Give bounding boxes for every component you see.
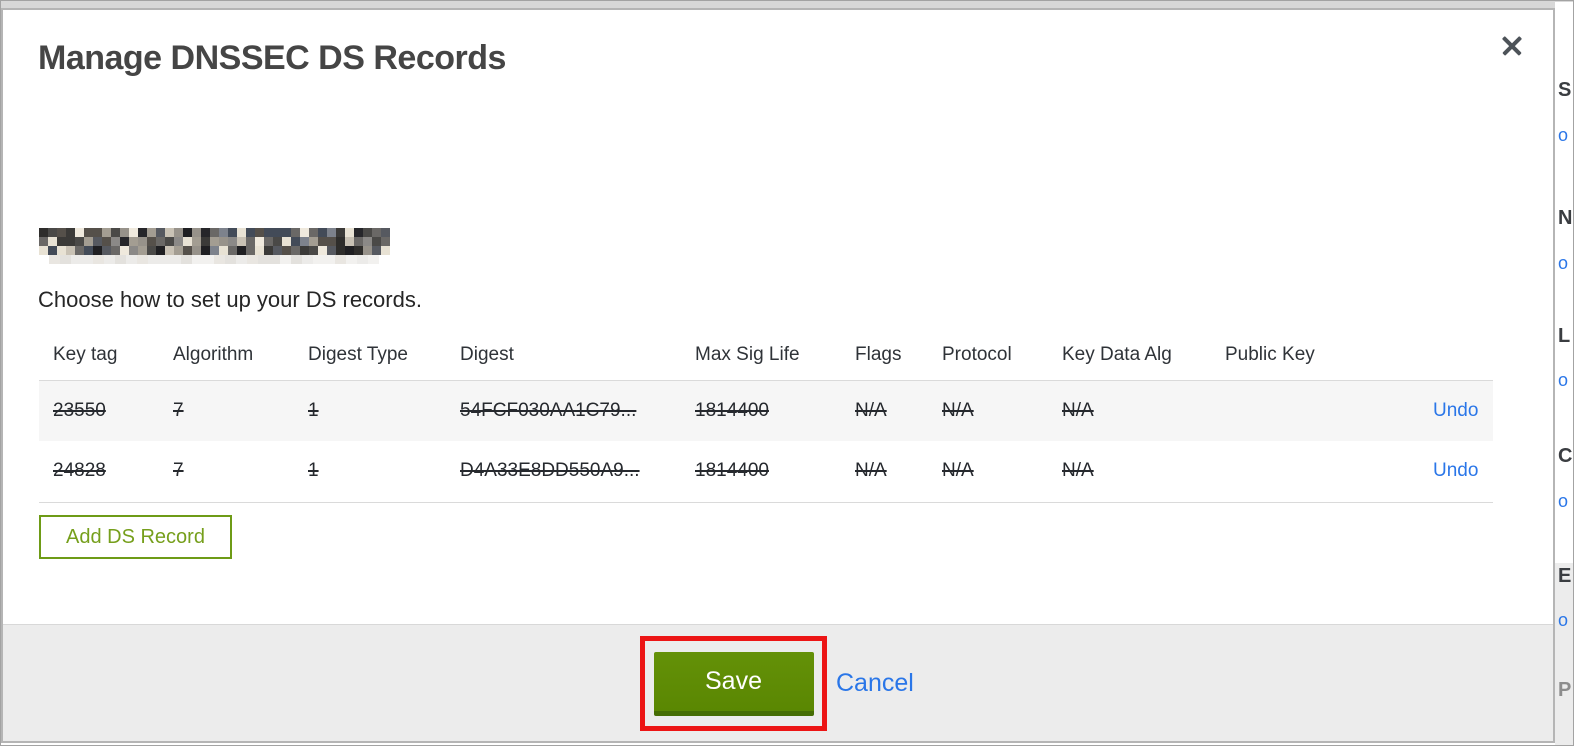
background-text-fragment: L [1558, 325, 1571, 347]
table-row: 24828 7 1 D4A33E8DD550A9... 1814400 N/A … [39, 441, 1493, 503]
column-header-flags: Flags [841, 331, 928, 381]
background-text-fragment: o [1558, 125, 1569, 145]
column-header-key-tag: Key tag [39, 331, 159, 381]
column-header-public-key: Public Key [1211, 331, 1419, 381]
background-text-fragment: o [1558, 370, 1569, 390]
background-text-fragment: E [1558, 565, 1572, 587]
window-top-edge [1, 1, 1573, 8]
cell-flags: N/A [841, 441, 928, 503]
cell-digest: D4A33E8DD550A9... [446, 441, 681, 503]
column-header-max-sig-life: Max Sig Life [681, 331, 841, 381]
cell-flags: N/A [841, 380, 928, 441]
cell-key-tag: 23550 [39, 380, 159, 441]
cell-max-sig-life: 1814400 [681, 441, 841, 503]
background-text-fragment: S [1558, 79, 1572, 101]
cell-actions: Undo [1419, 441, 1493, 503]
cell-digest: 54FCF030AA1C79... [446, 380, 681, 441]
column-header-algorithm: Algorithm [159, 331, 294, 381]
background-text-fragment: P [1558, 679, 1572, 701]
close-icon [1500, 33, 1524, 57]
manage-dnssec-ds-records-dialog: Manage DNSSEC DS Records Choose how to s… [1, 8, 1555, 743]
close-button[interactable] [1497, 30, 1527, 60]
redacted-domain-shadow [49, 255, 379, 264]
background-strip-footer [1555, 563, 1573, 745]
cell-public-key [1211, 441, 1419, 503]
background-text-fragment: C [1558, 445, 1573, 467]
undo-link[interactable]: Undo [1433, 400, 1478, 421]
redacted-domain-mosaic [39, 228, 390, 255]
annotation-highlight-box: Save [640, 636, 827, 731]
cell-algorithm: 7 [159, 380, 294, 441]
background-text-fragment: o [1558, 253, 1569, 273]
undo-link[interactable]: Undo [1433, 460, 1478, 481]
column-header-digest: Digest [446, 331, 681, 381]
cell-algorithm: 7 [159, 441, 294, 503]
footer-actions: Save Cancel [640, 636, 914, 731]
cell-digest-type: 1 [294, 380, 446, 441]
cell-key-tag: 24828 [39, 441, 159, 503]
column-header-actions [1419, 331, 1493, 381]
background-strip: So No Lo Co Eo P [1555, 2, 1573, 745]
save-button[interactable]: Save [653, 651, 814, 716]
cell-protocol: N/A [928, 441, 1048, 503]
background-text-fragment: o [1558, 491, 1569, 511]
dialog-title: Manage DNSSEC DS Records [38, 39, 506, 77]
column-header-protocol: Protocol [928, 331, 1048, 381]
cell-protocol: N/A [928, 380, 1048, 441]
table-row: 23550 7 1 54FCF030AA1C79... 1814400 N/A … [39, 380, 1493, 441]
background-text-fragment: o [1558, 610, 1569, 630]
column-header-digest-type: Digest Type [294, 331, 446, 381]
cell-max-sig-life: 1814400 [681, 380, 841, 441]
table-header-row: Key tag Algorithm Digest Type Digest Max… [39, 331, 1493, 381]
cancel-link[interactable]: Cancel [836, 669, 914, 698]
background-text-fragment: N [1558, 207, 1573, 229]
ds-records-table: Key tag Algorithm Digest Type Digest Max… [39, 331, 1493, 503]
intro-text: Choose how to set up your DS records. [38, 287, 422, 312]
cell-key-data-alg: N/A [1048, 441, 1211, 503]
add-ds-record-button[interactable]: Add DS Record [39, 515, 232, 559]
cell-key-data-alg: N/A [1048, 380, 1211, 441]
cell-actions: Undo [1419, 380, 1493, 441]
cell-digest-type: 1 [294, 441, 446, 503]
redacted-domain-name [39, 228, 394, 264]
column-header-key-data-alg: Key Data Alg [1048, 331, 1211, 381]
page: So No Lo Co Eo P Manage DNSSEC DS Records Cho… [0, 0, 1574, 746]
cell-public-key [1211, 380, 1419, 441]
